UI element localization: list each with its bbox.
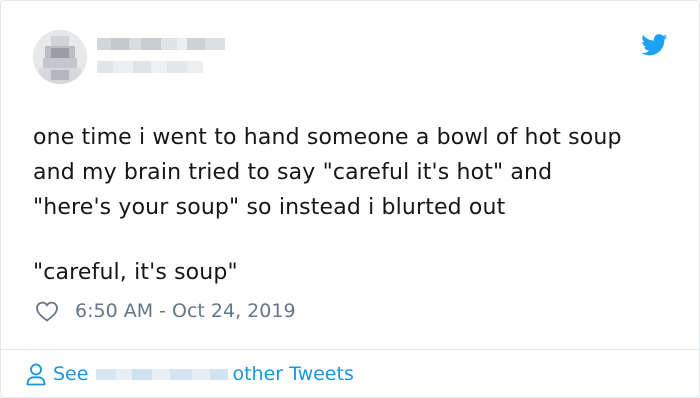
- tweet-text: one time i went to hand someone a bowl o…: [33, 120, 683, 290]
- heart-icon[interactable]: [35, 300, 59, 322]
- tweet-card: one time i went to hand someone a bowl o…: [0, 0, 700, 398]
- tweet-timestamp[interactable]: 6:50 AM - Oct 24, 2019: [75, 300, 296, 322]
- see-other-tweets-link[interactable]: See other Tweets: [25, 361, 354, 387]
- avatar[interactable]: [33, 30, 87, 84]
- tweet-text-line-1: one time i went to hand someone a bowl o…: [33, 125, 622, 150]
- divider: [1, 349, 699, 350]
- tweet-meta: 6:50 AM - Oct 24, 2019: [33, 296, 296, 326]
- display-name-redacted[interactable]: [97, 38, 225, 50]
- tweet-text-line-2: and my brain tried to say "careful it's …: [33, 160, 553, 185]
- twitter-bird-icon[interactable]: [641, 34, 668, 56]
- see-label: See: [53, 363, 89, 385]
- tweet-text-line-3: "here's your soup" so instead i blurted …: [33, 195, 506, 220]
- tweet-punchline: "careful, it's soup": [33, 260, 238, 285]
- username-redacted: [96, 368, 229, 380]
- other-tweets-label: other Tweets: [232, 363, 354, 385]
- handle-redacted[interactable]: [97, 61, 203, 73]
- person-icon: [26, 363, 46, 386]
